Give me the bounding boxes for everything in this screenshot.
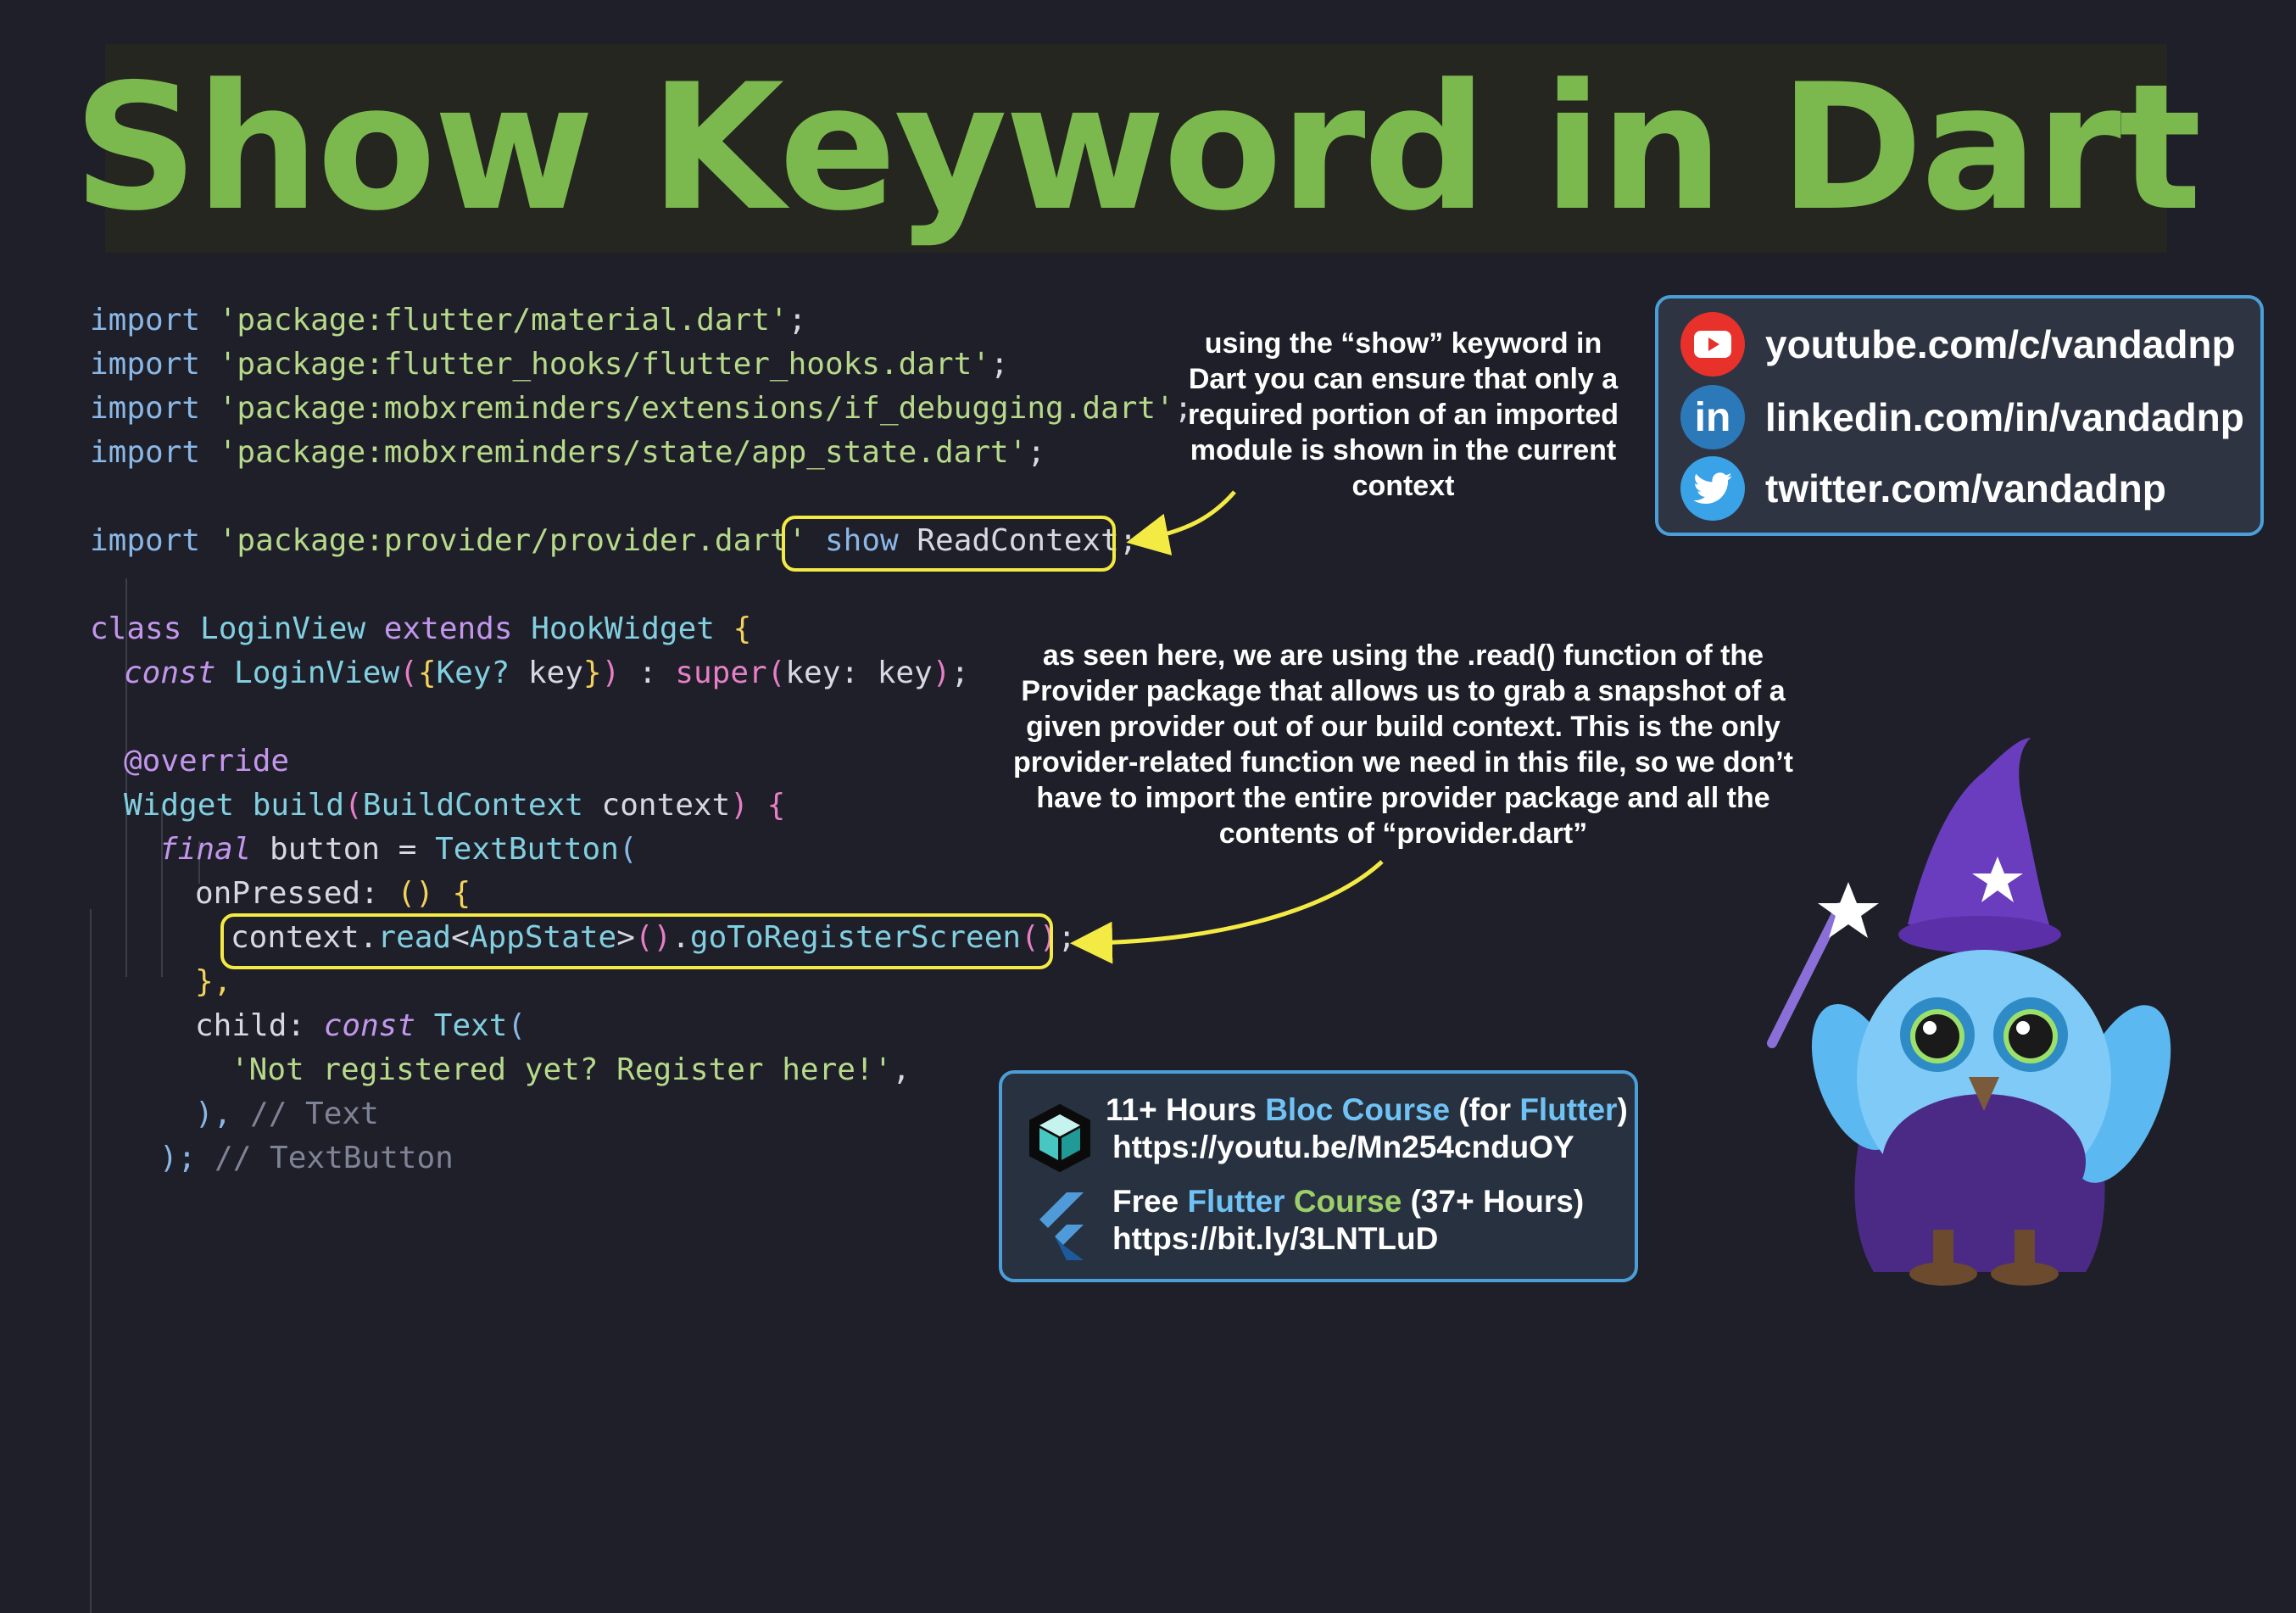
course-promo-box: 11+ Hours Bloc Course (for Flutter) http… — [999, 1070, 1638, 1282]
social-links-box: youtube.com/c/vandadnp in linkedin.com/i… — [1655, 295, 2264, 536]
wizard-owl-mascot — [1767, 738, 2171, 1286]
flutter-course-link[interactable]: https://bit.ly/3LNTLuD — [1112, 1221, 1438, 1257]
youtube-icon — [1680, 312, 1745, 377]
flutter-icon — [1033, 1192, 1087, 1264]
twitter-url: twitter.com/vandadnp — [1765, 466, 2166, 511]
bloc-course-link[interactable]: https://youtu.be/Mn254cnduOY — [1112, 1130, 1574, 1165]
flutter-course-title: Free Flutter Course (37+ Hours) — [1112, 1184, 1585, 1219]
youtube-link[interactable]: youtube.com/c/vandadnp — [1680, 312, 2236, 377]
linkedin-url: linkedin.com/in/vandadnp — [1765, 395, 2244, 439]
bloc-course-title: 11+ Hours Bloc Course (for Flutter) — [1106, 1092, 1628, 1127]
arrow-to-read — [1070, 860, 1384, 964]
twitter-link[interactable]: twitter.com/vandadnp — [1680, 456, 2166, 521]
bloc-cube-icon — [1028, 1102, 1092, 1178]
twitter-icon — [1680, 456, 1745, 521]
arrow-to-show — [1126, 490, 1236, 555]
youtube-url: youtube.com/c/vandadnp — [1765, 322, 2236, 366]
linkedin-icon: in — [1680, 385, 1745, 449]
linkedin-link[interactable]: in linkedin.com/in/vandadnp — [1680, 385, 2244, 449]
